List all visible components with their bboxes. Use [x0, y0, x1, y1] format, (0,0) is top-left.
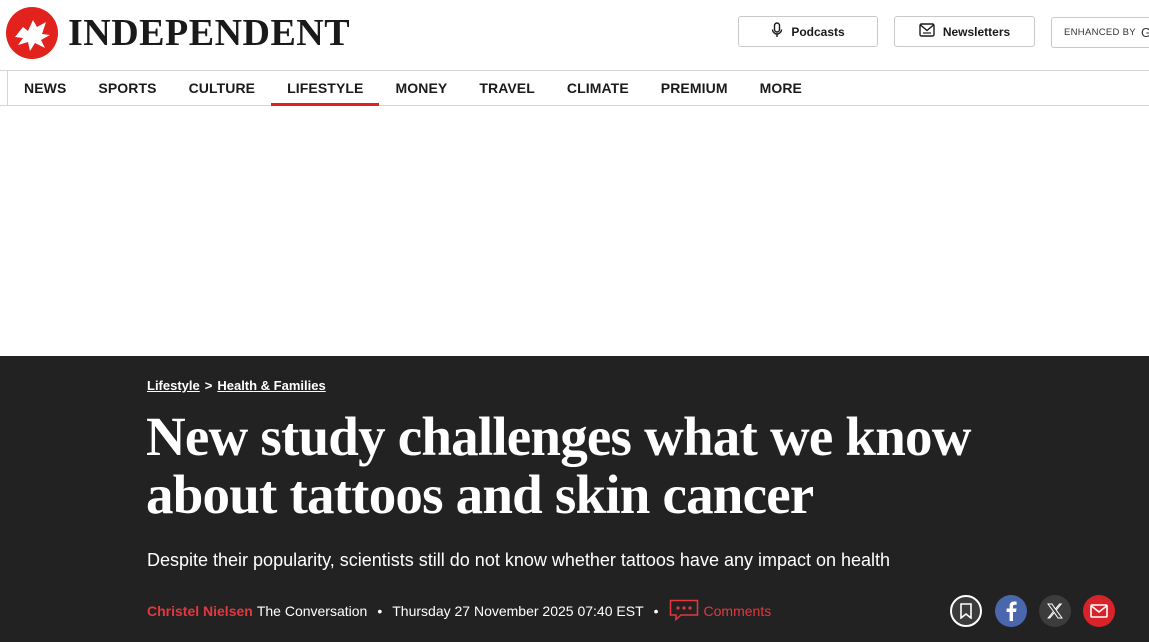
byline: Christel Nielsen The Conversation • Thur…: [147, 599, 772, 624]
author-organisation: The Conversation: [256, 603, 368, 619]
breadcrumb: Lifestyle > Health & Families: [147, 378, 326, 393]
byline-separator: •: [653, 603, 659, 619]
podcasts-button[interactable]: Podcasts: [738, 16, 878, 47]
nav-item-climate[interactable]: CLIMATE: [551, 71, 645, 105]
site-logo[interactable]: INDEPENDENT: [6, 7, 350, 59]
microphone-icon: [771, 22, 791, 41]
nav-item-sports[interactable]: SPORTS: [82, 71, 172, 105]
eagle-logo-icon: [6, 7, 58, 59]
nav-item-news[interactable]: NEWS: [8, 71, 82, 105]
author-link[interactable]: Christel Nielsen: [147, 603, 253, 619]
article-header: Lifestyle > Health & Families New study ch…: [0, 356, 1149, 642]
nav-item-more[interactable]: MORE: [744, 71, 818, 105]
nav-item-premium[interactable]: PREMIUM: [645, 71, 744, 105]
google-icon: G: [1140, 25, 1149, 40]
byline-separator: •: [377, 603, 383, 619]
bookmark-icon[interactable]: [950, 595, 982, 627]
search-enhanced-label: ENHANCED BY: [1064, 27, 1136, 38]
comments-label: Comments: [703, 603, 772, 619]
article-standfirst: Despite their popularity, scientists sti…: [147, 550, 891, 570]
facebook-icon[interactable]: [995, 595, 1027, 627]
primary-nav-list: NEWS SPORTS CULTURE LIFESTYLE MONEY TRAVEL CLI…: [7, 71, 818, 106]
comment-bubble-icon: [669, 599, 704, 624]
newsletter-icon: [919, 23, 943, 40]
search-input[interactable]: ENHANCED BY G: [1051, 17, 1149, 48]
podcasts-label: Podcasts: [791, 24, 845, 39]
nav-item-money[interactable]: MONEY: [379, 71, 463, 105]
newsletters-label: Newsletters: [942, 24, 1011, 39]
nav-item-travel[interactable]: TRAVEL: [463, 71, 551, 105]
breadcrumb-section-link[interactable]: Lifestyle: [147, 378, 200, 393]
site-header: INDEPENDENT Podcasts Newsletters ENHANCE…: [0, 0, 1149, 70]
publish-date: Thursday 27 November 2025 07:40 EST: [392, 603, 644, 619]
primary-nav: NEWS SPORTS CULTURE LIFESTYLE MONEY TRAVEL CLI…: [0, 70, 1149, 106]
logo-wordmark: INDEPENDENT: [68, 12, 351, 54]
breadcrumb-separator: >: [204, 378, 213, 393]
article-headline: New study challenges what we know about …: [146, 406, 971, 525]
nav-item-lifestyle[interactable]: LIFESTYLE: [271, 71, 380, 106]
ad-slot: [0, 106, 1149, 356]
comments-link[interactable]: Comments: [669, 599, 772, 624]
newsletters-button[interactable]: Newsletters: [894, 16, 1035, 47]
breadcrumb-subsection-link[interactable]: Health & Families: [217, 378, 325, 393]
nav-item-culture[interactable]: CULTURE: [173, 71, 272, 105]
x-icon[interactable]: [1039, 595, 1071, 627]
email-icon[interactable]: [1083, 595, 1115, 627]
